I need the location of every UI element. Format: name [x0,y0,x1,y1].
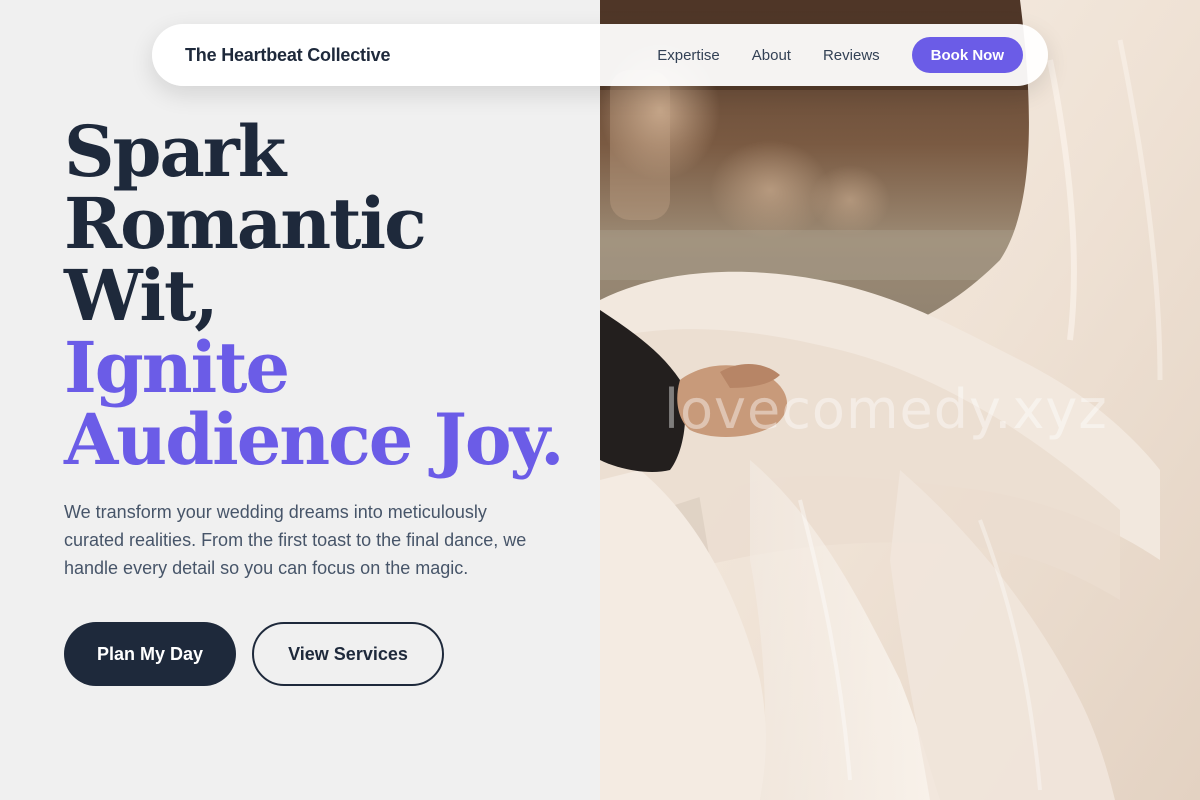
hero-photo-wedding-couple: lovecomedy.xyz [600,0,1200,800]
nav-link-expertise[interactable]: Expertise [657,47,720,64]
book-now-button[interactable]: Book Now [911,37,1023,73]
top-navbar: The Heartbeat Collective Expertise About… [152,24,1048,86]
headline-line-1: Spark [64,110,286,193]
view-services-button[interactable]: View Services [252,622,444,686]
headline-accent-line-1: Ignite [64,326,290,409]
brand-name[interactable]: The Heartbeat Collective [185,45,390,66]
watermark-text: lovecomedy.xyz [664,378,1108,441]
hero-headline: Spark Romantic Wit, Ignite Audience Joy. [64,110,565,481]
hero-subtext: We transform your wedding dreams into me… [64,502,527,578]
nav-link-reviews[interactable]: Reviews [823,47,880,64]
plan-my-day-button[interactable]: Plan My Day [64,622,236,686]
headline-line-3: Wit, [64,254,219,337]
nav-link-about[interactable]: About [752,47,791,64]
nav-links: Expertise About Reviews Book Now [657,37,1023,73]
headline-accent-line-2: Audience Joy. [64,398,565,481]
headline-line-2: Romantic [64,182,427,265]
